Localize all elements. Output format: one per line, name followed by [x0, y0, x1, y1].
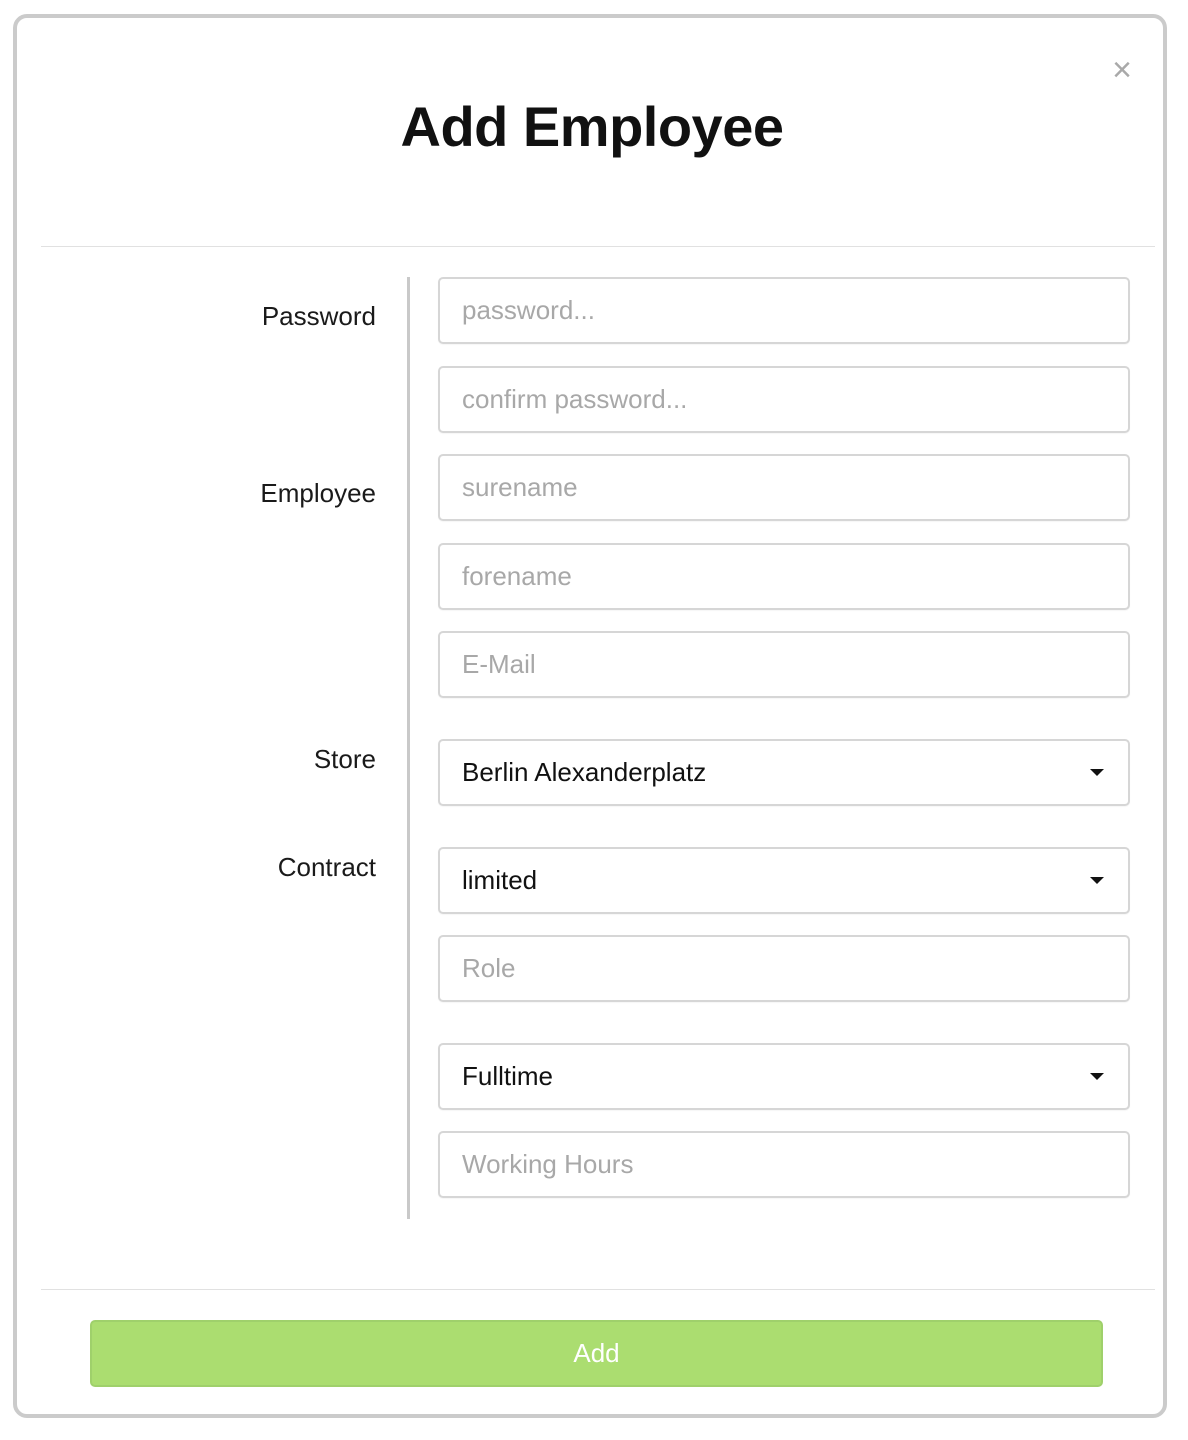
header-divider — [41, 246, 1155, 247]
role-field[interactable] — [438, 935, 1130, 1002]
role-input[interactable] — [440, 937, 1128, 1000]
footer-divider — [41, 1289, 1155, 1290]
working-hours-field[interactable] — [438, 1131, 1130, 1198]
surename-input[interactable] — [440, 456, 1128, 519]
dialog-title: Add Employee — [400, 95, 784, 158]
confirm-password-field[interactable] — [438, 366, 1130, 433]
surename-field[interactable] — [438, 454, 1130, 521]
caret-down-icon — [1090, 1073, 1104, 1080]
employee-label: Employee — [260, 478, 376, 508]
employment-select[interactable]: Fulltime — [438, 1043, 1130, 1110]
forename-input[interactable] — [440, 545, 1128, 608]
email-input[interactable] — [440, 633, 1128, 696]
forename-field[interactable] — [438, 543, 1130, 610]
employment-select-value: Fulltime — [462, 1061, 554, 1091]
caret-down-icon — [1090, 769, 1104, 776]
confirm-password-input[interactable] — [440, 368, 1128, 431]
store-label: Store — [313, 744, 376, 774]
add-button[interactable]: Add — [90, 1320, 1103, 1387]
contract-type-select[interactable]: limited — [438, 847, 1130, 914]
close-icon[interactable]: × — [1110, 53, 1134, 87]
add-employee-dialog: × Add Employee Password Employee Store C… — [13, 14, 1167, 1418]
email-field[interactable] — [438, 631, 1130, 698]
password-label: Password — [261, 301, 376, 331]
password-input[interactable] — [440, 279, 1128, 342]
working-hours-input[interactable] — [440, 1133, 1128, 1196]
password-field[interactable] — [438, 277, 1130, 344]
label-column-divider — [407, 277, 410, 1219]
caret-down-icon — [1090, 877, 1104, 884]
store-select[interactable]: Berlin Alexanderplatz — [438, 739, 1130, 806]
contract-type-select-value: limited — [462, 865, 538, 895]
contract-label: Contract — [277, 852, 376, 882]
store-select-value: Berlin Alexanderplatz — [462, 757, 707, 787]
